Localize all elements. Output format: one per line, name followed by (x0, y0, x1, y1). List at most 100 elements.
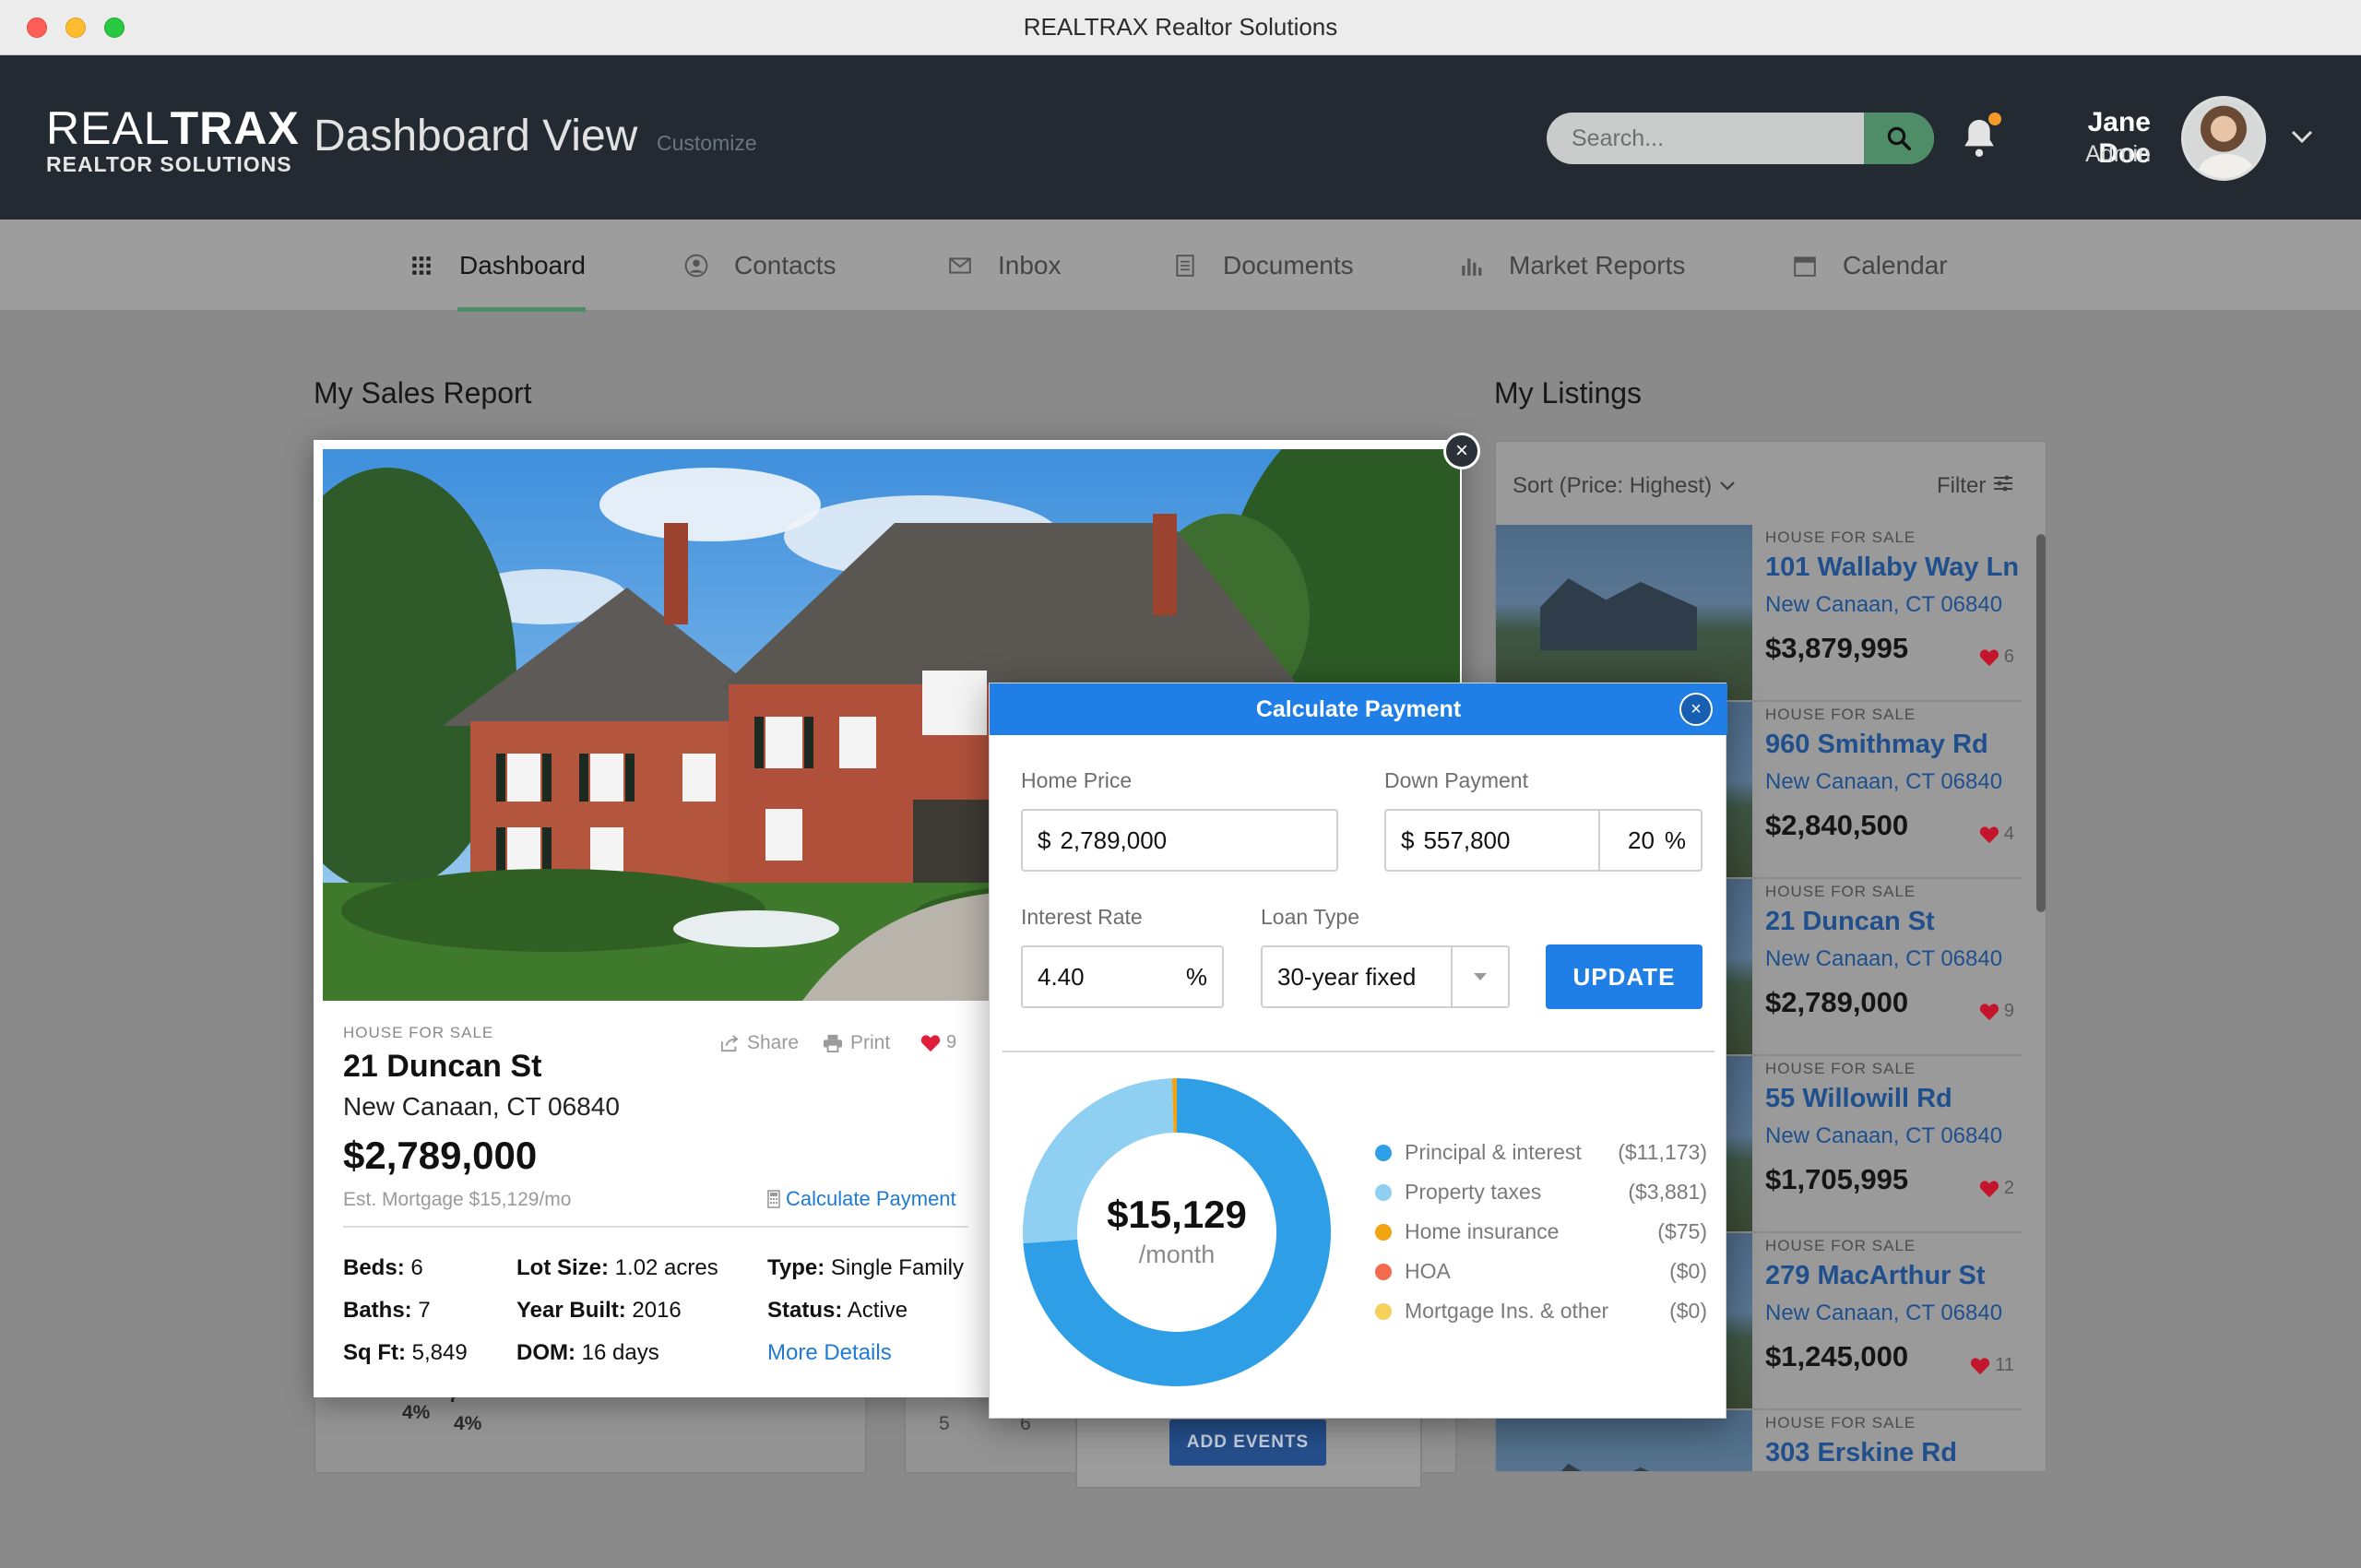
spec-type: Type: Single Family (767, 1255, 964, 1281)
down-payment-percent-field[interactable]: 20% (1598, 809, 1703, 872)
tab-contacts[interactable]: Contacts (684, 220, 836, 312)
calculator-icon (767, 1190, 780, 1208)
property-mortgage: Est. Mortgage $15,129/mo (343, 1189, 572, 1210)
filter-icon (1994, 475, 2012, 492)
sales-report-title: My Sales Report (314, 376, 532, 410)
heart-icon (1971, 1357, 1990, 1374)
logo[interactable]: REALTRAX (46, 101, 300, 155)
home-price-field[interactable]: $2,789,000 (1021, 809, 1338, 872)
spec-beds-value: 6 (410, 1255, 423, 1280)
listing-city: New Canaan, CT 06840 (1765, 1301, 2003, 1325)
heart-icon (1979, 648, 1999, 666)
loan-type-value: 30-year fixed (1277, 962, 1417, 991)
listing-tag: HOUSE FOR SALE (1765, 1414, 1916, 1431)
listing-likes[interactable]: 11 (1970, 1355, 2014, 1376)
interest-rate-label: Interest Rate (1021, 905, 1143, 929)
calc-close-button[interactable]: × (1679, 693, 1713, 726)
person-circle-icon (684, 254, 708, 278)
listing-likes[interactable]: 2 (1979, 1178, 2014, 1199)
listing-card[interactable]: HOUSE FOR SALE 303 Erskine Rd (1496, 1410, 2023, 1471)
calendar-icon (1794, 256, 1816, 277)
listing-address[interactable]: 55 Willowill Rd (1765, 1084, 1952, 1114)
loan-type-select[interactable]: 30-year fixed (1261, 945, 1510, 1008)
monthly-total: $15,129 (1107, 1193, 1247, 1236)
loan-type-dropdown-toggle[interactable] (1451, 947, 1508, 1006)
listing-address[interactable]: 101 Wallaby Way Ln (1765, 552, 2019, 583)
print-label: Print (850, 1032, 891, 1053)
listing-address[interactable]: 279 MacArthur St (1765, 1261, 1986, 1291)
legend-label: HOA (1405, 1259, 1451, 1283)
heart-icon (920, 1034, 941, 1051)
tab-dashboard[interactable]: Dashboard (409, 220, 586, 312)
interest-rate-field[interactable]: 4.40% (1021, 945, 1224, 1008)
share-label: Share (747, 1032, 800, 1053)
property-likes[interactable]: 9 (920, 1032, 956, 1053)
page-title: Dashboard View (314, 112, 638, 160)
close-icon: × (1691, 698, 1702, 719)
document-icon (1176, 255, 1194, 277)
spec-status-label: Status: (767, 1298, 843, 1323)
spec-sqft-value: 5,849 (411, 1340, 468, 1365)
listing-likes-count: 4 (2003, 824, 2014, 844)
listing-address[interactable]: 960 Smithmay Rd (1765, 730, 1988, 760)
add-events-button[interactable]: ADD EVENTS (1169, 1420, 1326, 1466)
tab-inbox[interactable]: Inbox (948, 220, 1062, 312)
search-input[interactable] (1547, 113, 1864, 164)
pct-label-b: 4% (454, 1413, 482, 1434)
printer-icon (824, 1034, 842, 1052)
legend-value: ($75) (1657, 1219, 1707, 1243)
listing-address[interactable]: 303 Erskine Rd (1765, 1438, 1957, 1468)
print-button[interactable]: Print (823, 1032, 890, 1054)
more-details-link[interactable]: More Details (767, 1340, 892, 1366)
customize-link[interactable]: Customize (657, 131, 757, 156)
legend-dot (1375, 1224, 1392, 1241)
spec-year: Year Built: 2016 (516, 1298, 682, 1324)
legend-label: Principal & interest (1405, 1140, 1582, 1164)
sort-dropdown[interactable]: Sort (Price: Highest) (1513, 473, 1737, 499)
tab-dashboard-label: Dashboard (459, 251, 586, 279)
listing-tag: HOUSE FOR SALE (1765, 529, 1916, 546)
search-button[interactable] (1864, 113, 1934, 164)
listing-city: New Canaan, CT 06840 (1765, 592, 2003, 617)
logo-light: REAL (46, 102, 171, 154)
listing-likes[interactable]: 4 (1979, 824, 2014, 845)
heart-icon (1979, 1003, 1999, 1020)
calculate-payment-label: Calculate Payment (786, 1187, 956, 1210)
share-button[interactable]: Share (719, 1032, 799, 1054)
home-price-prefix: $ (1038, 826, 1051, 854)
down-payment-label: Down Payment (1384, 768, 1528, 792)
down-payment-value: 557,800 (1423, 826, 1511, 854)
listing-address[interactable]: 21 Duncan St (1765, 907, 1935, 937)
grid-icon (412, 256, 431, 275)
tab-documents[interactable]: Documents (1173, 220, 1354, 312)
spec-dom: DOM: 16 days (516, 1340, 659, 1366)
listing-card[interactable]: HOUSE FOR SALE 101 Wallaby Way Ln New Ca… (1496, 525, 2023, 702)
chevron-down-icon[interactable] (2289, 127, 2315, 146)
legend-value: ($0) (1669, 1299, 1707, 1323)
close-icon: × (1454, 438, 1468, 463)
tab-market-reports[interactable]: Market Reports (1459, 220, 1685, 312)
down-payment-field[interactable]: $557,800 (1384, 809, 1600, 872)
calculate-payment-link[interactable]: Calculate Payment (767, 1187, 956, 1211)
filter-button[interactable]: Filter (1937, 473, 2014, 499)
bar-chart-icon (1462, 258, 1482, 276)
spec-beds-label: Beds: (343, 1255, 405, 1280)
listing-likes[interactable]: 6 (1979, 647, 2014, 668)
down-payment-prefix: $ (1401, 826, 1415, 854)
spec-sqft-label: Sq Ft: (343, 1340, 406, 1365)
listing-likes[interactable]: 9 (1979, 1001, 2014, 1022)
avatar[interactable] (2181, 96, 2266, 181)
pct-label-a: 4% (402, 1402, 431, 1423)
home-price-value: 2,789,000 (1060, 826, 1168, 854)
home-price-label: Home Price (1021, 768, 1133, 792)
property-divider (343, 1226, 968, 1228)
calendar-day-5: 5 (939, 1413, 950, 1434)
listing-tag: HOUSE FOR SALE (1765, 883, 1916, 900)
sort-label: Sort (Price: Highest) (1513, 473, 1713, 498)
listing-likes-count: 11 (1995, 1355, 2014, 1375)
tab-calendar[interactable]: Calendar (1793, 220, 1948, 312)
listings-scrollbar[interactable] (2036, 534, 2046, 912)
update-button[interactable]: UPDATE (1546, 944, 1703, 1009)
property-close-button[interactable]: × (1443, 433, 1480, 469)
listings-title: My Listings (1494, 376, 1643, 410)
